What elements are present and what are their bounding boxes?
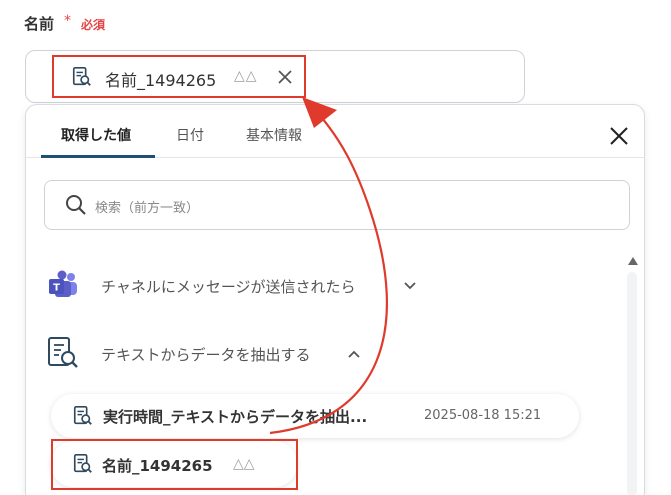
group-label-teams[interactable]: チャネルにメッセージが送信されたら xyxy=(101,276,356,297)
document-search-icon xyxy=(48,337,78,368)
panel-close-icon[interactable] xyxy=(608,125,630,147)
scrollbar-track[interactable] xyxy=(627,272,637,495)
value-chip[interactable]: 名前_1494265 △△ xyxy=(52,55,306,98)
required-text: 必須 xyxy=(81,18,106,32)
annotation-highlight-box xyxy=(51,439,298,490)
tab-retrieved-values[interactable]: 取得した値 xyxy=(61,125,131,145)
close-icon[interactable] xyxy=(276,68,294,86)
chevron-up-icon[interactable] xyxy=(346,346,362,362)
chip-label: 名前_1494265 xyxy=(105,71,217,90)
result-item-meta: 2025-08-18 15:21 xyxy=(424,408,542,423)
document-search-icon xyxy=(73,406,92,425)
result-item-label: 実行時間_テキストからデータを抽出... xyxy=(103,408,368,426)
svg-text:T: T xyxy=(53,283,60,294)
search-icon xyxy=(66,195,86,215)
group-label-extract[interactable]: テキストからデータを抽出する xyxy=(101,344,311,365)
chip-symbols: △△ xyxy=(234,68,258,84)
document-search-icon xyxy=(72,67,91,86)
search-placeholder: 検索（前方一致） xyxy=(95,201,200,216)
active-tab-indicator xyxy=(41,155,155,158)
tab-basic-info[interactable]: 基本情報 xyxy=(246,125,302,145)
scroll-up-arrow-icon[interactable] xyxy=(627,256,639,266)
chevron-down-icon[interactable] xyxy=(402,278,418,294)
microsoft-teams-icon: T xyxy=(49,270,77,297)
required-mark: * xyxy=(64,13,71,29)
tab-date[interactable]: 日付 xyxy=(176,125,204,145)
field-label: 名前 xyxy=(24,15,55,33)
